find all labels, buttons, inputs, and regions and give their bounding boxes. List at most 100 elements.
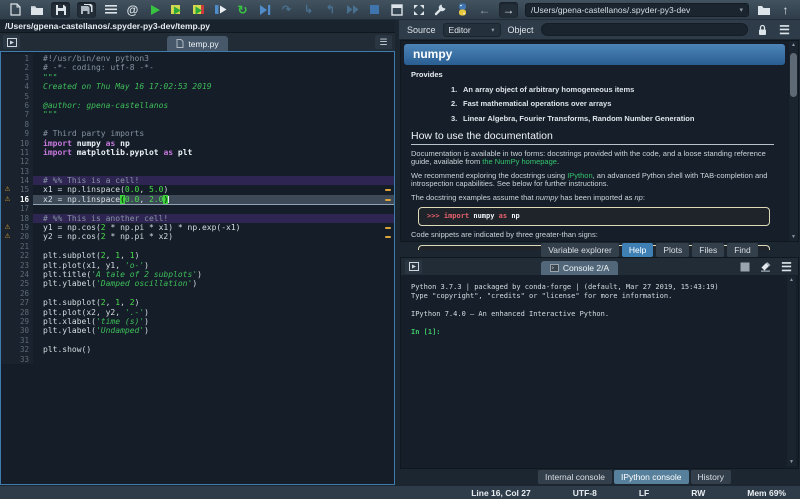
scroll-down-icon[interactable]: ▼	[787, 459, 796, 465]
lock-icon[interactable]	[755, 22, 770, 37]
code-line[interactable]: 22plt.subplot(2, 1, 1)	[1, 251, 394, 260]
run-cell-icon[interactable]	[169, 2, 184, 17]
line-number: 6	[14, 101, 33, 110]
run-selection-icon[interactable]	[213, 2, 228, 17]
code-line[interactable]: 23plt.plot(x1, y1, 'o-')	[1, 261, 394, 270]
save-all-icon[interactable]	[77, 2, 96, 18]
preferences-wrench-icon[interactable]	[433, 2, 448, 17]
code-line[interactable]: 9# Third party imports	[1, 129, 394, 138]
scroll-down-icon[interactable]: ▼	[789, 234, 798, 240]
code-line[interactable]: 5	[1, 92, 394, 101]
open-file-icon[interactable]	[29, 2, 44, 17]
console-scrollbar[interactable]: ▲ ▼	[787, 276, 796, 466]
tab-history[interactable]: History	[691, 470, 731, 484]
code-line[interactable]: ⚠19y1 = np.cos(2 * np.pi * x1) * np.exp(…	[1, 223, 394, 232]
run-icon[interactable]	[147, 2, 162, 17]
code-line[interactable]: 7"""	[1, 110, 394, 119]
code-line[interactable]: 33	[1, 355, 394, 364]
tab-console-2a[interactable]: Console 2/A	[541, 261, 618, 275]
object-input[interactable]	[541, 23, 748, 36]
text-cursor	[168, 196, 169, 203]
editor-options-menu-icon[interactable]: ☰	[375, 35, 392, 49]
code-line[interactable]: 13	[1, 167, 394, 176]
run-cell-advance-icon[interactable]	[191, 2, 206, 17]
editor-tab-bar: temp.py ☰	[0, 33, 395, 51]
tab-plots[interactable]: Plots	[656, 243, 689, 257]
code-line[interactable]: 30plt.ylabel('Undamped')	[1, 326, 394, 335]
scroll-up-icon[interactable]: ▲	[789, 42, 798, 48]
code-line[interactable]: ⚠20y2 = np.cos(2 * np.pi * x2)	[1, 232, 394, 241]
tab-files[interactable]: Files	[692, 243, 724, 257]
tab-temp-py[interactable]: temp.py	[167, 36, 227, 51]
code-line[interactable]: 28plt.plot(x2, y2, '.-')	[1, 308, 394, 317]
code-line[interactable]: 1#!/usr/bin/env python3	[1, 54, 394, 63]
browse-tabs-icon[interactable]	[405, 260, 422, 274]
memory-usage: Mem 69%	[747, 488, 786, 498]
rerun-cell-icon[interactable]: ↻	[235, 2, 250, 17]
debug-icon[interactable]	[257, 2, 272, 17]
gutter-cell	[1, 214, 14, 223]
console-options-menu-icon[interactable]: ☰	[779, 259, 794, 274]
interrupt-kernel-icon[interactable]	[737, 259, 752, 274]
code-line[interactable]: 10import numpy as np	[1, 139, 394, 148]
source-dropdown[interactable]: Editor ▾	[443, 23, 501, 37]
code-line[interactable]: 26	[1, 289, 394, 298]
code-line[interactable]: ⚠16x2 = np.linspace(0.0, 2.0)	[1, 195, 394, 204]
forward-icon[interactable]: →	[499, 2, 518, 18]
code-line[interactable]: 29plt.xlabel('time (s)')	[1, 317, 394, 326]
help-scrollbar[interactable]: ▲ ▼	[788, 41, 798, 241]
console-line	[411, 319, 786, 328]
code-line[interactable]: 6@author: gpena-castellanos	[1, 101, 394, 110]
code-line[interactable]: 4Created on Thu May 16 17:02:53 2019	[1, 82, 394, 91]
maximize-pane-icon[interactable]	[389, 2, 404, 17]
tab-variable-explorer[interactable]: Variable explorer	[541, 243, 619, 257]
help-title: numpy	[404, 44, 785, 65]
code-line[interactable]: 21	[1, 242, 394, 251]
file-switcher-icon[interactable]	[103, 2, 118, 17]
code-line[interactable]: 14# %% This is a cell!	[1, 176, 394, 185]
continue-icon[interactable]	[345, 2, 360, 17]
tab-find[interactable]: Find	[727, 243, 758, 257]
save-icon[interactable]	[51, 2, 70, 18]
code-line[interactable]: 8	[1, 120, 394, 129]
tab-ipython-console[interactable]: IPython console	[614, 470, 688, 484]
step-icon[interactable]: ↷	[279, 2, 294, 17]
provides-heading: Provides	[411, 71, 774, 80]
step-into-icon[interactable]: ↳	[301, 2, 316, 17]
gutter-cell	[1, 73, 14, 82]
code-line[interactable]: 18# %% This is another cell!	[1, 214, 394, 223]
scroll-up-icon[interactable]: ▲	[787, 277, 796, 283]
stop-icon[interactable]	[367, 2, 382, 17]
python-path-icon[interactable]	[455, 2, 470, 17]
working-directory-combobox[interactable]: /Users/gpena-castellanos/.spyder-py3-dev…	[525, 3, 749, 17]
scrollbar-thumb[interactable]	[790, 53, 797, 97]
code-line[interactable]: 17	[1, 204, 394, 213]
code-line[interactable]: ⚠15x1 = np.linspace(0.0, 5.0)	[1, 185, 394, 194]
line-number: 30	[14, 326, 33, 335]
fullscreen-icon[interactable]	[411, 2, 426, 17]
code-line[interactable]: 31	[1, 336, 394, 345]
back-icon[interactable]: ←	[477, 2, 492, 17]
step-return-icon[interactable]: ↰	[323, 2, 338, 17]
code-line[interactable]: 12	[1, 157, 394, 166]
console-output[interactable]: Python 3.7.3 | packaged by conda-forge |…	[403, 276, 786, 466]
new-file-icon[interactable]	[7, 2, 22, 17]
code-line[interactable]: 32plt.show()	[1, 345, 394, 354]
browse-directory-icon[interactable]	[756, 2, 771, 17]
browse-tabs-icon[interactable]	[3, 35, 20, 49]
code-line[interactable]: 27plt.subplot(2, 1, 2)	[1, 298, 394, 307]
code-line[interactable]: 25plt.ylabel('Damped oscillation')	[1, 279, 394, 288]
clear-console-icon[interactable]	[758, 259, 773, 274]
find-symbols-icon[interactable]: @	[125, 2, 140, 17]
help-options-menu-icon[interactable]: ☰	[777, 22, 792, 37]
parent-directory-icon[interactable]: ↑	[778, 2, 793, 17]
code-line[interactable]: 24plt.title('A tale of 2 subplots')	[1, 270, 394, 279]
code-line[interactable]: 3"""	[1, 73, 394, 82]
code-editor[interactable]: 1#!/usr/bin/env python32# -*- coding: ut…	[0, 51, 395, 485]
code-line[interactable]: 11import matplotlib.pyplot as plt	[1, 148, 394, 157]
tab-internal-console[interactable]: Internal console	[538, 470, 612, 484]
code-line[interactable]: 2# -*- coding: utf-8 -*-	[1, 63, 394, 72]
tab-help[interactable]: Help	[622, 243, 653, 257]
line-number: 1	[14, 54, 33, 63]
code-text: y1 = np.cos(2 * np.pi * x1) * np.exp(-x1…	[33, 223, 394, 232]
